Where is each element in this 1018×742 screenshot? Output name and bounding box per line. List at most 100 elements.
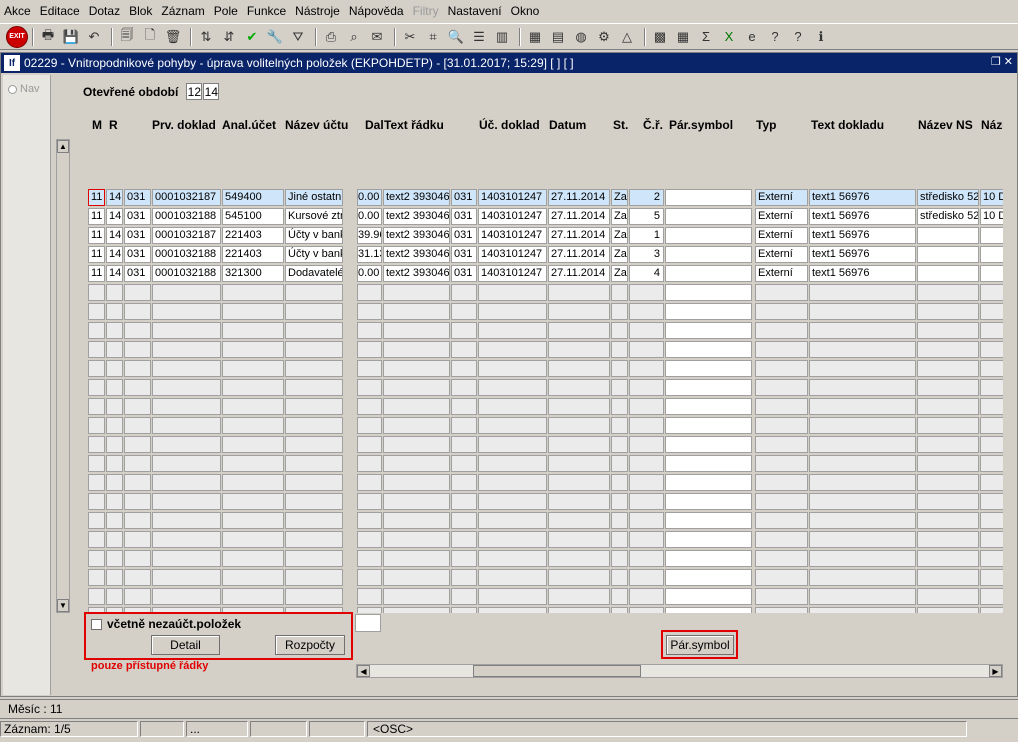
- cell-nazev[interactable]: [285, 322, 343, 339]
- cell-datum[interactable]: [548, 360, 610, 377]
- cell-st[interactable]: [611, 341, 628, 358]
- cell-text[interactable]: [383, 550, 450, 567]
- cell-par[interactable]: [665, 341, 752, 358]
- cell-st[interactable]: Za: [611, 246, 628, 263]
- cell-textdok[interactable]: [809, 569, 916, 586]
- cell-c[interactable]: [124, 455, 151, 472]
- cell-cr[interactable]: [629, 474, 664, 491]
- period-year-field[interactable]: 14: [203, 83, 220, 100]
- close-icon[interactable]: ✕: [1004, 55, 1013, 68]
- cell-anal[interactable]: 221403: [222, 246, 284, 263]
- cell-cr[interactable]: [629, 531, 664, 548]
- menu-editace[interactable]: Editace: [40, 4, 80, 18]
- cell-uc[interactable]: [478, 512, 547, 529]
- cell-textdok[interactable]: [809, 512, 916, 529]
- cell-text[interactable]: [383, 303, 450, 320]
- cell-typ[interactable]: [755, 436, 808, 453]
- cell-r[interactable]: [106, 569, 123, 586]
- cell-typ[interactable]: Externí: [755, 189, 808, 206]
- cell-typ[interactable]: Externí: [755, 208, 808, 225]
- cell-uc[interactable]: 1403101247: [478, 189, 547, 206]
- cell-datum[interactable]: [548, 417, 610, 434]
- cell-st[interactable]: [611, 455, 628, 472]
- checkbox-box[interactable]: [91, 618, 102, 630]
- cell-prv[interactable]: [152, 588, 221, 605]
- cell-r[interactable]: [106, 303, 123, 320]
- cell-n2[interactable]: [980, 398, 1003, 415]
- cell-m[interactable]: [88, 436, 105, 453]
- cell-typ[interactable]: [755, 341, 808, 358]
- cell-datum[interactable]: [548, 379, 610, 396]
- cell-n2[interactable]: 10 D: [980, 189, 1003, 206]
- cell-anal[interactable]: [222, 417, 284, 434]
- cell-c2[interactable]: [451, 512, 477, 529]
- detail-button[interactable]: Detail: [151, 635, 220, 655]
- cell-m[interactable]: [88, 493, 105, 510]
- cell-n2[interactable]: [980, 455, 1003, 472]
- menu-pole[interactable]: Pole: [214, 4, 238, 18]
- cell-text[interactable]: [383, 531, 450, 548]
- cell-c[interactable]: 031: [124, 189, 151, 206]
- cell-textdok[interactable]: [809, 474, 916, 491]
- cell-datum[interactable]: [548, 493, 610, 510]
- cell-cr[interactable]: [629, 379, 664, 396]
- cell-anal[interactable]: 545100: [222, 208, 284, 225]
- cell-par[interactable]: [665, 360, 752, 377]
- cell-c[interactable]: 031: [124, 227, 151, 244]
- menu-nastroje[interactable]: Nástroje: [295, 4, 340, 18]
- cell-nazev[interactable]: [285, 569, 343, 586]
- cell-prv[interactable]: [152, 436, 221, 453]
- cell-nazev[interactable]: [285, 531, 343, 548]
- vertical-scrollbar[interactable]: ▲ ▼: [56, 139, 70, 613]
- cell-textdok[interactable]: text1 56976: [809, 265, 916, 282]
- cell-c2[interactable]: [451, 569, 477, 586]
- filter-icon[interactable]: ⛛: [288, 27, 308, 47]
- cell-text[interactable]: [383, 341, 450, 358]
- cell-cr[interactable]: 4: [629, 265, 664, 282]
- cell-r[interactable]: [106, 379, 123, 396]
- cell-cr[interactable]: 5: [629, 208, 664, 225]
- cell-c2[interactable]: [451, 531, 477, 548]
- cell-dal[interactable]: [357, 493, 382, 510]
- cell-datum[interactable]: [548, 398, 610, 415]
- period-month-field[interactable]: 12: [186, 83, 203, 100]
- cell-text[interactable]: [383, 588, 450, 605]
- cell-typ[interactable]: [755, 493, 808, 510]
- cell-n2[interactable]: [980, 265, 1003, 282]
- cell-uc[interactable]: [478, 398, 547, 415]
- table-icon[interactable]: ▦: [673, 27, 693, 47]
- cell-anal[interactable]: 221403: [222, 227, 284, 244]
- cell-prv[interactable]: [152, 379, 221, 396]
- cell-st[interactable]: Za: [611, 189, 628, 206]
- cell-par[interactable]: [665, 417, 752, 434]
- cell-c2[interactable]: [451, 588, 477, 605]
- cell-c2[interactable]: 031: [451, 246, 477, 263]
- cell-prv[interactable]: [152, 322, 221, 339]
- help-pointer-icon[interactable]: ?: [788, 27, 808, 47]
- cell-textdok[interactable]: [809, 417, 916, 434]
- cell-cr[interactable]: [629, 284, 664, 301]
- cell-c2[interactable]: [451, 322, 477, 339]
- cell-uc[interactable]: 1403101247: [478, 265, 547, 282]
- cell-prv[interactable]: [152, 531, 221, 548]
- cell-ns[interactable]: [917, 455, 979, 472]
- cell-textdok[interactable]: [809, 284, 916, 301]
- cell-st[interactable]: [611, 398, 628, 415]
- cell-dal[interactable]: 0.00: [357, 208, 382, 225]
- cell-n2[interactable]: [980, 436, 1003, 453]
- sort-asc-icon[interactable]: ⇅: [196, 27, 216, 47]
- cell-c[interactable]: [124, 569, 151, 586]
- cell-text[interactable]: [383, 284, 450, 301]
- cell-cr[interactable]: [629, 436, 664, 453]
- cell-typ[interactable]: [755, 322, 808, 339]
- rozpocty-button[interactable]: Rozpočty: [275, 635, 345, 655]
- cell-r[interactable]: [106, 398, 123, 415]
- cell-n2[interactable]: 10 D: [980, 208, 1003, 225]
- cell-nazev[interactable]: [285, 588, 343, 605]
- cell-ns[interactable]: [917, 436, 979, 453]
- cell-m[interactable]: [88, 322, 105, 339]
- cell-m[interactable]: [88, 588, 105, 605]
- cell-dal[interactable]: [357, 550, 382, 567]
- empty-table-row[interactable]: [87, 360, 1003, 377]
- cell-par[interactable]: [665, 208, 752, 225]
